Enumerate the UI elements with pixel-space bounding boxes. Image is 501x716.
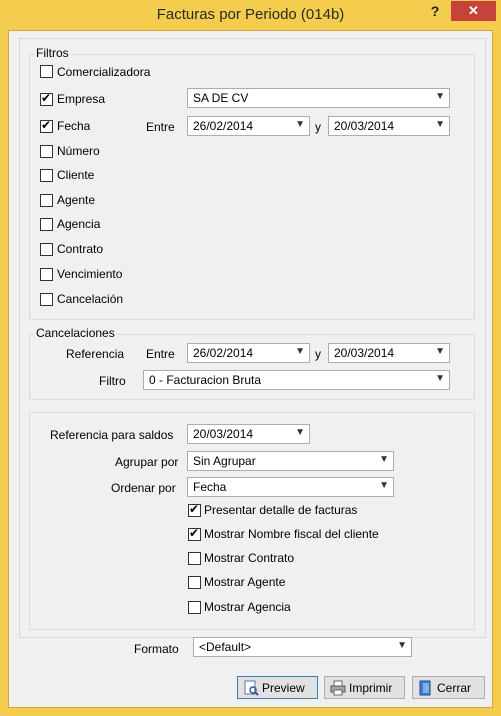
referencia-label: Referencia: [66, 347, 125, 361]
label-mostrar-nombre-fiscal: Mostrar Nombre fiscal del cliente: [204, 527, 379, 541]
ordenar-value: Fecha: [193, 480, 227, 494]
formato-label: Formato: [134, 642, 179, 656]
fecha-hasta-picker[interactable]: 20/03/2014 ▼: [328, 116, 450, 136]
chevron-down-icon: ▼: [435, 346, 445, 357]
label-presentar-detalle: Presentar detalle de facturas: [204, 503, 358, 517]
checkbox-empresa[interactable]: [40, 91, 53, 106]
label-agente: Agente: [57, 193, 96, 207]
label-comercializadora: Comercializadora: [57, 65, 151, 79]
chevron-down-icon: ▼: [295, 346, 305, 357]
title-bar[interactable]: Facturas por Periodo (014b) ? ✕: [0, 0, 501, 30]
label-agencia: Agencia: [57, 217, 101, 231]
cancelaciones-desde-value: 26/02/2014: [193, 346, 254, 360]
chevron-down-icon: ▼: [435, 373, 445, 384]
imprimir-label: Imprimir: [349, 681, 393, 695]
checkbox-cancelacion[interactable]: [40, 293, 53, 306]
help-button[interactable]: ?: [425, 1, 445, 21]
cerrar-button[interactable]: Cerrar: [412, 676, 485, 699]
cancelaciones-hasta-picker[interactable]: 20/03/2014 ▼: [328, 343, 450, 363]
cancelaciones-entre-label: Entre: [146, 347, 175, 361]
agrupar-label: Agrupar por: [115, 455, 179, 469]
formato-value: <Default>: [199, 640, 252, 654]
door-exit-icon: [419, 680, 431, 696]
chevron-down-icon: ▼: [435, 119, 445, 130]
checkbox-agencia[interactable]: [40, 218, 53, 231]
checkbox-agente[interactable]: [40, 194, 53, 207]
filtro-label: Filtro: [99, 374, 126, 388]
chevron-down-icon: ▼: [295, 119, 305, 130]
checkbox-mostrar-agencia[interactable]: [188, 601, 201, 614]
label-numero: Número: [57, 144, 100, 158]
fecha-desde-value: 26/02/2014: [193, 119, 254, 133]
filtro-select[interactable]: 0 - Facturacion Bruta ▼: [143, 370, 450, 390]
agrupar-select[interactable]: Sin Agrupar ▼: [187, 451, 394, 471]
empresa-select[interactable]: SA DE CV ▼: [187, 88, 450, 108]
label-mostrar-contrato: Mostrar Contrato: [204, 551, 295, 565]
label-fecha: Fecha: [57, 119, 91, 133]
cancelaciones-desde-picker[interactable]: 26/02/2014 ▼: [187, 343, 310, 363]
label-contrato: Contrato: [57, 242, 104, 256]
label-cancelacion: Cancelación: [57, 292, 124, 306]
fecha-y-label: y: [315, 120, 321, 134]
chevron-down-icon: ▼: [295, 427, 305, 438]
cerrar-label: Cerrar: [437, 681, 472, 695]
label-mostrar-agente: Mostrar Agente: [204, 575, 286, 589]
cancelaciones-y-label: y: [315, 347, 321, 361]
ordenar-label: Ordenar por: [111, 481, 176, 495]
fecha-desde-picker[interactable]: 26/02/2014 ▼: [187, 116, 310, 136]
formato-select[interactable]: <Default> ▼: [193, 637, 412, 657]
label-mostrar-agencia: Mostrar Agencia: [204, 600, 291, 614]
chevron-down-icon: ▼: [397, 640, 407, 651]
referencia-saldos-label: Referencia para saldos: [50, 428, 174, 442]
preview-label: Preview: [262, 681, 305, 695]
empresa-value: SA DE CV: [193, 91, 249, 105]
printer-icon: [330, 680, 346, 696]
cancelaciones-legend: Cancelaciones: [34, 326, 117, 340]
close-button[interactable]: ✕: [451, 1, 496, 21]
chevron-down-icon: ▼: [379, 454, 389, 465]
checkbox-mostrar-nombre-fiscal[interactable]: [188, 526, 201, 541]
preview-icon: [244, 680, 259, 696]
checkbox-comercializadora[interactable]: [40, 65, 53, 78]
cancelaciones-hasta-value: 20/03/2014: [334, 346, 395, 360]
opciones-group: [29, 412, 475, 630]
checkbox-mostrar-agente[interactable]: [188, 576, 201, 589]
checkbox-presentar-detalle[interactable]: [188, 502, 201, 517]
imprimir-button[interactable]: Imprimir: [324, 676, 405, 699]
filtros-legend: Filtros: [34, 46, 71, 60]
label-cliente: Cliente: [57, 168, 95, 182]
chevron-down-icon: ▼: [379, 480, 389, 491]
fecha-hasta-value: 20/03/2014: [334, 119, 395, 133]
ordenar-select[interactable]: Fecha ▼: [187, 477, 394, 497]
referencia-saldos-picker[interactable]: 20/03/2014 ▼: [187, 424, 310, 444]
checkbox-cliente[interactable]: [40, 169, 53, 182]
referencia-saldos-value: 20/03/2014: [193, 427, 254, 441]
agrupar-value: Sin Agrupar: [193, 454, 256, 468]
checkbox-numero[interactable]: [40, 145, 53, 158]
filtro-value: 0 - Facturacion Bruta: [149, 373, 262, 387]
checkbox-vencimiento[interactable]: [40, 268, 53, 281]
preview-button[interactable]: Preview: [237, 676, 318, 699]
checkbox-mostrar-contrato[interactable]: [188, 552, 201, 565]
chevron-down-icon: ▼: [435, 91, 445, 102]
label-vencimiento: Vencimiento: [57, 267, 123, 281]
checkbox-fecha[interactable]: [40, 118, 53, 133]
checkbox-contrato[interactable]: [40, 243, 53, 256]
fecha-entre-label: Entre: [146, 120, 175, 134]
label-empresa: Empresa: [57, 92, 106, 106]
